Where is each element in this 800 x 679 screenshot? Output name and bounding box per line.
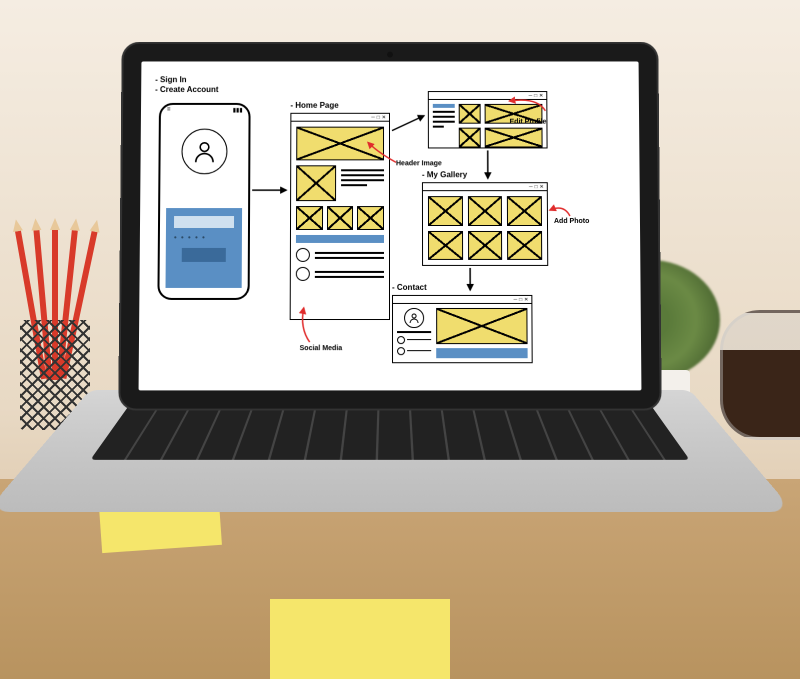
create-account-item: - Create Account [155,86,218,96]
browser-chrome: ─□✕ [393,296,531,304]
text-lines [315,270,384,277]
signin-item: - Sign In [155,75,218,85]
text-lines [315,251,384,258]
home-page-wireframe: ─□✕ [290,113,390,320]
username-field[interactable] [174,216,234,228]
home-page-label: - Home Page [290,101,338,110]
laptop: - Sign In - Create Account ≡ ▮▮▮ • • • •… [90,40,690,560]
avatar-placeholder [181,129,227,175]
gallery-thumb[interactable] [468,196,503,225]
image-placeholder [327,206,354,230]
image-placeholder [459,128,481,148]
gallery-thumb[interactable] [507,196,542,225]
image-placeholder [459,104,481,124]
menu-icon: ≡ [167,107,171,113]
image-placeholder [296,206,323,230]
gallery-wireframe: ─□✕ [422,182,548,266]
wireframe-canvas: - Sign In - Create Account ≡ ▮▮▮ • • • •… [139,61,642,390]
signin-list: - Sign In - Create Account [155,75,219,96]
image-placeholder [436,308,527,344]
login-button[interactable] [182,248,226,262]
add-photo-annotation: Add Photo [554,218,589,225]
laptop-screen-frame: - Sign In - Create Account ≡ ▮▮▮ • • • •… [118,42,662,411]
edit-profile-annotation: Edit Profile [510,119,547,126]
gallery-thumb[interactable] [428,230,463,259]
social-icon[interactable] [296,248,310,262]
contact-avatar [404,308,424,328]
browser-chrome: ─□✕ [291,114,389,122]
my-gallery-label: - My Gallery [422,170,467,179]
gallery-thumb[interactable] [468,230,503,259]
signal-icon: ▮▮▮ [233,106,243,113]
laptop-screen: - Sign In - Create Account ≡ ▮▮▮ • • • •… [139,61,642,390]
contact-icon [397,336,405,344]
password-field[interactable]: • • • • • [174,233,234,242]
text-lines [433,104,455,148]
sticky-note [270,599,450,679]
camera-dot [387,52,393,58]
image-placeholder [485,128,543,148]
browser-chrome: ─□✕ [429,92,546,100]
social-media-annotation: Social Media [300,345,343,352]
browser-chrome: ─□✕ [423,183,547,191]
coffee-glass [720,310,800,440]
social-icon[interactable] [296,267,310,281]
image-placeholder [296,165,336,201]
contact-wireframe: ─□✕ [392,295,533,363]
action-bar[interactable] [436,348,527,358]
login-panel: • • • • • [166,208,243,288]
phone-status-bar: ≡ ▮▮▮ [161,105,249,115]
person-icon [408,312,420,324]
divider-bar [296,235,384,243]
phone-wireframe: ≡ ▮▮▮ • • • • • [157,103,250,300]
contact-icon [397,347,405,355]
text-lines [341,165,384,201]
gallery-thumb[interactable] [507,230,542,259]
contact-label: - Contact [392,283,427,292]
header-image-annotation: Header Image [396,160,442,167]
header-image-placeholder [296,127,384,161]
person-icon [191,139,217,165]
image-placeholder [357,206,384,230]
gallery-thumb[interactable] [428,196,463,225]
